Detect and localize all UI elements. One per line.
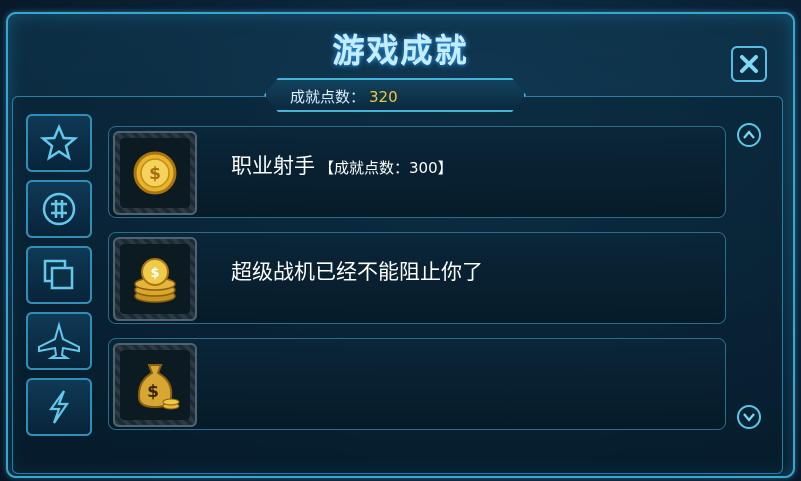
achievement-icon-frame: $ <box>113 343 197 427</box>
copy-icon <box>43 259 74 290</box>
points-value: 320 <box>369 88 398 106</box>
chevron-down-icon <box>743 413 755 422</box>
tab-star[interactable] <box>26 114 92 172</box>
aircraft-icon <box>38 321 80 359</box>
svg-text:$: $ <box>147 382 159 402</box>
achievement-label <box>231 362 235 386</box>
tab-copy[interactable] <box>26 246 92 304</box>
chevron-up-icon <box>743 130 755 139</box>
achievement-points: 【成就点数：300】 <box>319 159 453 177</box>
tab-coin[interactable] <box>26 180 92 238</box>
star-icon <box>39 123 79 161</box>
coin-stack-icon: $ <box>134 258 176 303</box>
achievement-row: $ <box>108 338 726 430</box>
svg-text:$: $ <box>149 164 161 184</box>
tab-aircraft[interactable] <box>26 312 92 370</box>
achievement-label: 超级战机已经不能阻止你了 <box>231 256 487 286</box>
achievement-row: $ 超级战机已经不能阻止你了 <box>108 232 726 324</box>
close-button[interactable] <box>731 46 767 82</box>
achievement-row: $ 职业射手 【成就点数：300】 <box>108 126 726 218</box>
achievement-icon-frame: $ <box>113 237 197 321</box>
gold-coin-icon: $ <box>133 151 177 195</box>
points-label: 成就点数： <box>290 88 366 106</box>
lightning-icon <box>48 390 70 424</box>
achievement-name: 超级战机已经不能阻止你了 <box>231 260 483 284</box>
money-bag-icon: $ <box>137 364 180 410</box>
points-display: 成就点数： 320 <box>290 86 398 107</box>
scroll-up-button[interactable] <box>737 123 761 147</box>
tab-lightning[interactable] <box>26 378 92 436</box>
svg-text:$: $ <box>150 266 159 281</box>
achievement-name: 职业射手 <box>231 154 315 178</box>
close-icon <box>740 55 758 73</box>
scroll-down-button[interactable] <box>737 405 761 429</box>
achievement-icon-frame: $ <box>113 131 197 215</box>
achievement-label: 职业射手 【成就点数：300】 <box>231 150 453 180</box>
coin-icon <box>42 192 76 226</box>
window-title: 游戏成就 <box>332 32 469 70</box>
